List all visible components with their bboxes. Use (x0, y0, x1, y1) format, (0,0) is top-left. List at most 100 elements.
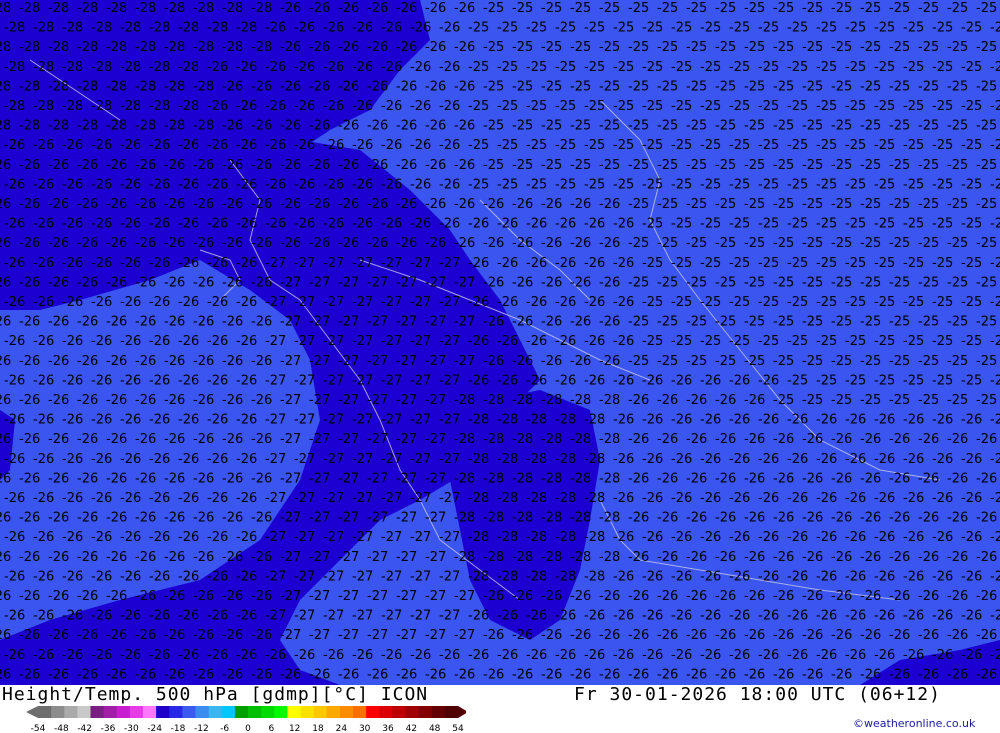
contour-label: -25 (961, 60, 982, 75)
contour-label: -25 (758, 334, 779, 349)
contour-label: -26 (961, 569, 982, 584)
legend-tick-label: 0 (245, 724, 251, 733)
contour-label: -26 (33, 177, 54, 192)
contour-label: -26 (106, 315, 127, 330)
contour-label: -26 (773, 667, 794, 682)
contour-label: -28 (526, 530, 547, 545)
legend-tick-label: 48 (429, 724, 441, 733)
contour-label: -25 (758, 138, 779, 153)
legend-swatch (392, 706, 406, 718)
contour-label: -26 (526, 256, 547, 271)
contour-label: -28 (164, 1, 185, 16)
contour-label: -26 (77, 628, 98, 643)
contour-label: -26 (338, 158, 359, 173)
contour-label: -27 (396, 315, 417, 330)
contour-label: -25 (889, 354, 910, 369)
contour-label: -25 (744, 275, 765, 290)
contour-label: -26 (62, 295, 83, 310)
contour-label: -26 (903, 569, 924, 584)
contour-label: -26 (91, 373, 112, 388)
legend-tick-label: 24 (336, 724, 348, 733)
contour-label: -27 (265, 452, 286, 467)
contour-label: -25 (642, 334, 663, 349)
contour-label: -25 (628, 236, 649, 251)
contour-label: -26 (62, 373, 83, 388)
contour-label: -25 (816, 99, 837, 114)
contour-label: -27 (367, 275, 388, 290)
contour-label: -26 (932, 452, 953, 467)
contour-label: -27 (381, 569, 402, 584)
contour-label: -27 (338, 589, 359, 604)
contour-label: -26 (439, 648, 460, 663)
contour-label: -28 (33, 99, 54, 114)
contour-label: -27 (381, 452, 402, 467)
contour-label: -26 (48, 550, 69, 565)
contour-label: -25 (715, 197, 736, 212)
contour-label: -26 (193, 589, 214, 604)
contour-label: -25 (555, 21, 576, 36)
contour-label: -26 (642, 452, 663, 467)
contour-label: -26 (671, 648, 692, 663)
contour-label: -26 (454, 119, 475, 134)
contour-label: -25 (860, 315, 881, 330)
contour-label: -28 (19, 79, 40, 94)
contour-label: -26 (135, 471, 156, 486)
contour-label: -27 (396, 471, 417, 486)
contour-label: -26 (555, 648, 576, 663)
contour-label: -25 (570, 158, 591, 173)
contour-label: -25 (700, 334, 721, 349)
contour-label: -27 (425, 275, 446, 290)
contour-label: -26 (396, 1, 417, 16)
contour-label: -25 (729, 295, 750, 310)
contour-label: -25 (613, 60, 634, 75)
contour-label: -25 (715, 1, 736, 16)
contour-label: -27 (439, 256, 460, 271)
contour-label: -26 (773, 511, 794, 526)
contour-label: -26 (541, 354, 562, 369)
contour-label: -26 (961, 609, 982, 624)
contour-label: -26 (642, 491, 663, 506)
contour-label: -26 (33, 530, 54, 545)
contour-label: -26 (178, 373, 199, 388)
contour-label: -25 (903, 99, 924, 114)
contour-label: -26 (686, 511, 707, 526)
contour-label: -26 (599, 236, 620, 251)
contour-label: -26 (0, 275, 11, 290)
contour-label: -27 (367, 628, 388, 643)
site-credit[interactable]: ©weatheronline.co.uk (853, 717, 975, 730)
legend-swatch (366, 706, 380, 718)
contour-label: -26 (367, 79, 388, 94)
contour-label: -25 (628, 315, 649, 330)
contour-label: -26 (816, 491, 837, 506)
contour-label: -26 (396, 79, 417, 94)
contour-label: -26 (889, 667, 910, 682)
contour-label: -26 (976, 471, 997, 486)
legend-swatch (300, 706, 315, 718)
contour-label: -26 (526, 609, 547, 624)
contour-label: -26 (265, 138, 286, 153)
contour-label: -26 (990, 609, 1000, 624)
contour-label: -26 (497, 609, 518, 624)
contour-label: -26 (62, 648, 83, 663)
contour-label: -25 (671, 60, 692, 75)
contour-label: -25 (816, 177, 837, 192)
contour-label: -26 (323, 60, 344, 75)
legend-tick-label: 30 (359, 724, 371, 733)
contour-label: -26 (700, 413, 721, 428)
contour-label: -26 (164, 393, 185, 408)
contour-label: -26 (48, 628, 69, 643)
contour-label: -26 (294, 177, 315, 192)
contour-label: -25 (961, 177, 982, 192)
contour-label: -26 (149, 217, 170, 232)
contour-label: -25 (613, 99, 634, 114)
contour-label: -26 (584, 648, 605, 663)
contour-label: -25 (686, 79, 707, 94)
contour-label: -25 (874, 177, 895, 192)
contour-label: -25 (729, 21, 750, 36)
contour-label: -26 (860, 667, 881, 682)
contour-label: -27 (381, 491, 402, 506)
contour-label: -26 (628, 471, 649, 486)
contour-label: -25 (787, 99, 808, 114)
contour-label: -25 (816, 60, 837, 75)
contour-label: -26 (193, 275, 214, 290)
